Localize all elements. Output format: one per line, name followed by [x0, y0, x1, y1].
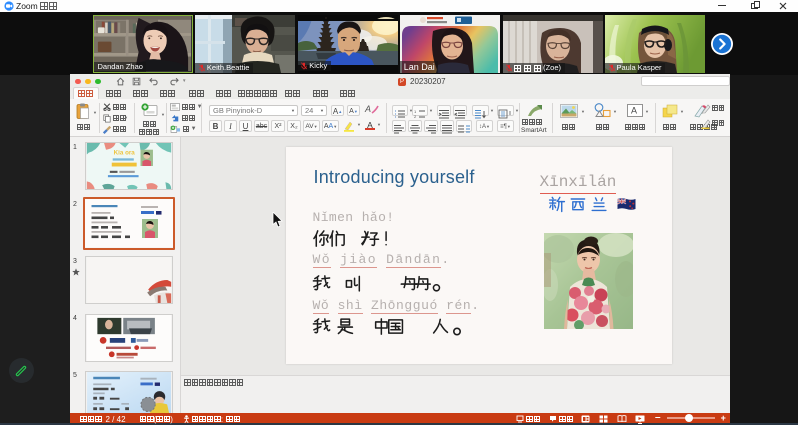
- svg-text:Kia ora: Kia ora: [113, 150, 135, 157]
- svg-text:2: 2: [414, 114, 417, 119]
- svg-text:A: A: [631, 106, 637, 116]
